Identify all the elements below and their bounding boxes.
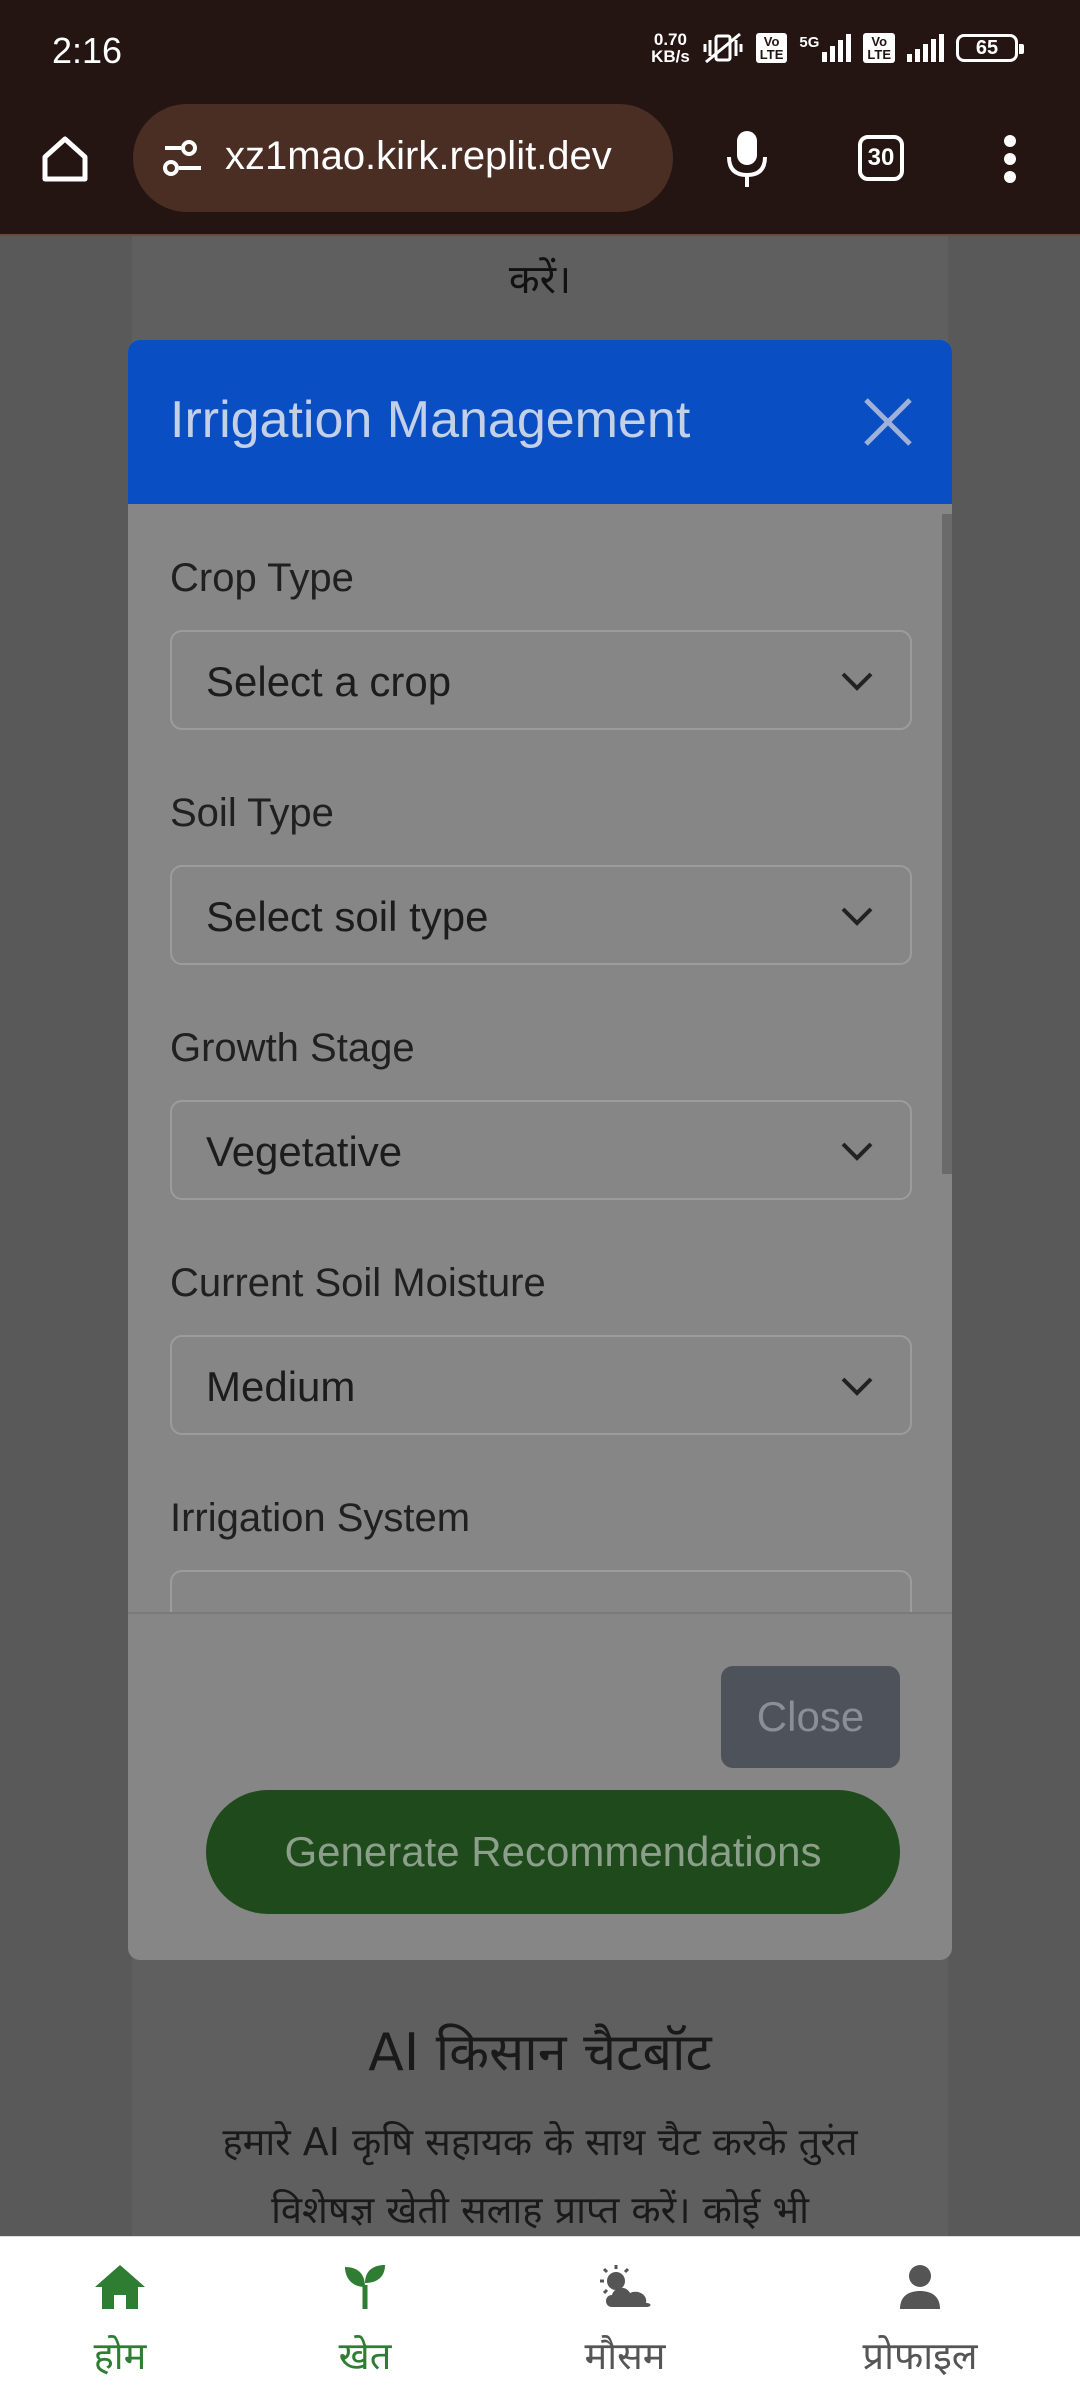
modal-scrollbar[interactable]: [942, 514, 952, 1174]
network-type: 5G: [799, 34, 820, 51]
volte-icon: Vo LTE: [755, 33, 788, 63]
irrigation-modal: Irrigation Management Crop Type Select a…: [128, 340, 952, 1960]
chatbot-section-title: AI किसान चैटबॉट: [368, 2023, 712, 2083]
home-icon: [95, 2265, 145, 2309]
soil-type-select[interactable]: Select soil type: [170, 865, 912, 965]
more-vert-icon: [1004, 135, 1016, 183]
crop-type-field: Crop Type Select a crop: [170, 556, 912, 730]
crop-type-value: Select a crop: [206, 658, 452, 705]
close-icon[interactable]: [860, 394, 916, 450]
network-speed-unit: KB/s: [651, 47, 690, 66]
chevron-down-icon: [841, 672, 873, 691]
network-speed: 0.70 KB/s: [651, 31, 690, 65]
modal-body[interactable]: Crop Type Select a crop Soil Type Select…: [128, 504, 952, 1612]
soil-moisture-select[interactable]: Medium: [170, 1335, 912, 1435]
nav-label-weather: मौसम: [584, 2334, 666, 2378]
soil-moisture-field: Current Soil Moisture Medium: [170, 1261, 912, 1435]
nav-item-profile[interactable]: प्रोफाइल: [840, 2237, 1000, 2401]
growth-stage-value: Vegetative: [206, 1128, 403, 1175]
site-settings-icon[interactable]: [157, 132, 209, 184]
status-bar: 2:16 0.70 KB/s Vo LTE 5G Vo LTE 65: [0, 0, 1080, 104]
home-icon: [42, 136, 88, 182]
generate-recommendations-button[interactable]: Generate Recommendations: [206, 1790, 900, 1914]
sprout-icon: [345, 2265, 385, 2309]
soil-type-value: Select soil type: [206, 893, 489, 940]
mute-vibrate-icon: [703, 32, 743, 64]
soil-type-label: Soil Type: [170, 791, 334, 835]
profile-icon: [900, 2265, 940, 2309]
network-speed-value: 0.70: [653, 30, 687, 49]
tabs-icon: 30: [858, 135, 904, 181]
chevron-down-icon: [841, 907, 873, 926]
close-button[interactable]: Close: [721, 1666, 900, 1768]
chevron-down-icon: [841, 1377, 873, 1396]
soil-type-field: Soil Type Select soil type: [170, 791, 912, 965]
battery-level: 65: [975, 36, 999, 59]
background-top-text: करें।: [508, 257, 572, 303]
browser-menu-button[interactable]: [985, 124, 1035, 194]
chatbot-section-description: हमारे AI कृषि सहायक के साथ चैट करके तुरं…: [222, 2120, 858, 2232]
modal-footer: Close Generate Recommendations: [128, 1612, 952, 1960]
growth-stage-label: Growth Stage: [170, 1026, 415, 1070]
volte-2-label-bottom: LTE: [867, 47, 891, 62]
bottom-navigation: होम खेत मौसम प्रोफाइल: [0, 2236, 1080, 2401]
chevron-down-icon: [841, 1142, 873, 1161]
browser-home-button[interactable]: [30, 124, 100, 194]
irrigation-system-label: Irrigation System: [170, 1496, 471, 1540]
crop-type-select[interactable]: Select a crop: [170, 630, 912, 730]
signal-icon: 5G: [799, 34, 852, 62]
voice-search-button[interactable]: [712, 124, 782, 194]
modal-title: Irrigation Management: [170, 391, 691, 449]
browser-toolbar: xz1mao.kirk.replit.dev 30: [0, 104, 1080, 236]
nav-label-farm: खेत: [338, 2334, 392, 2378]
nav-item-home[interactable]: होम: [60, 2237, 180, 2401]
url-text[interactable]: xz1mao.kirk.replit.dev: [225, 134, 665, 179]
modal-header: Irrigation Management: [128, 340, 952, 504]
battery-icon: 65: [956, 34, 1024, 62]
nav-item-weather[interactable]: मौसम: [560, 2237, 690, 2401]
weather-icon: [600, 2265, 651, 2307]
tab-switcher-button[interactable]: 30: [846, 126, 916, 190]
nav-item-farm[interactable]: खेत: [305, 2237, 425, 2401]
volte-icon-2: Vo LTE: [863, 33, 895, 63]
irrigation-system-field: Irrigation System: [170, 1496, 912, 1612]
growth-stage-select[interactable]: Vegetative: [170, 1100, 912, 1200]
status-icons: 0.70 KB/s Vo LTE 5G Vo LTE 65: [651, 30, 1024, 66]
status-time: 2:16: [52, 30, 123, 71]
address-bar[interactable]: xz1mao.kirk.replit.dev: [133, 104, 673, 212]
soil-moisture-value: Medium: [206, 1363, 356, 1410]
soil-moisture-label: Current Soil Moisture: [170, 1261, 546, 1305]
irrigation-system-select[interactable]: [170, 1570, 912, 1612]
signal-icon-2: [907, 34, 944, 62]
volte-label-bottom: LTE: [759, 47, 784, 62]
tab-count: 30: [867, 144, 895, 171]
nav-label-home: होम: [93, 2334, 147, 2378]
nav-label-profile: प्रोफाइल: [862, 2334, 978, 2378]
crop-type-label: Crop Type: [170, 556, 354, 600]
growth-stage-field: Growth Stage Vegetative: [170, 1026, 912, 1200]
mic-icon: [727, 131, 767, 187]
